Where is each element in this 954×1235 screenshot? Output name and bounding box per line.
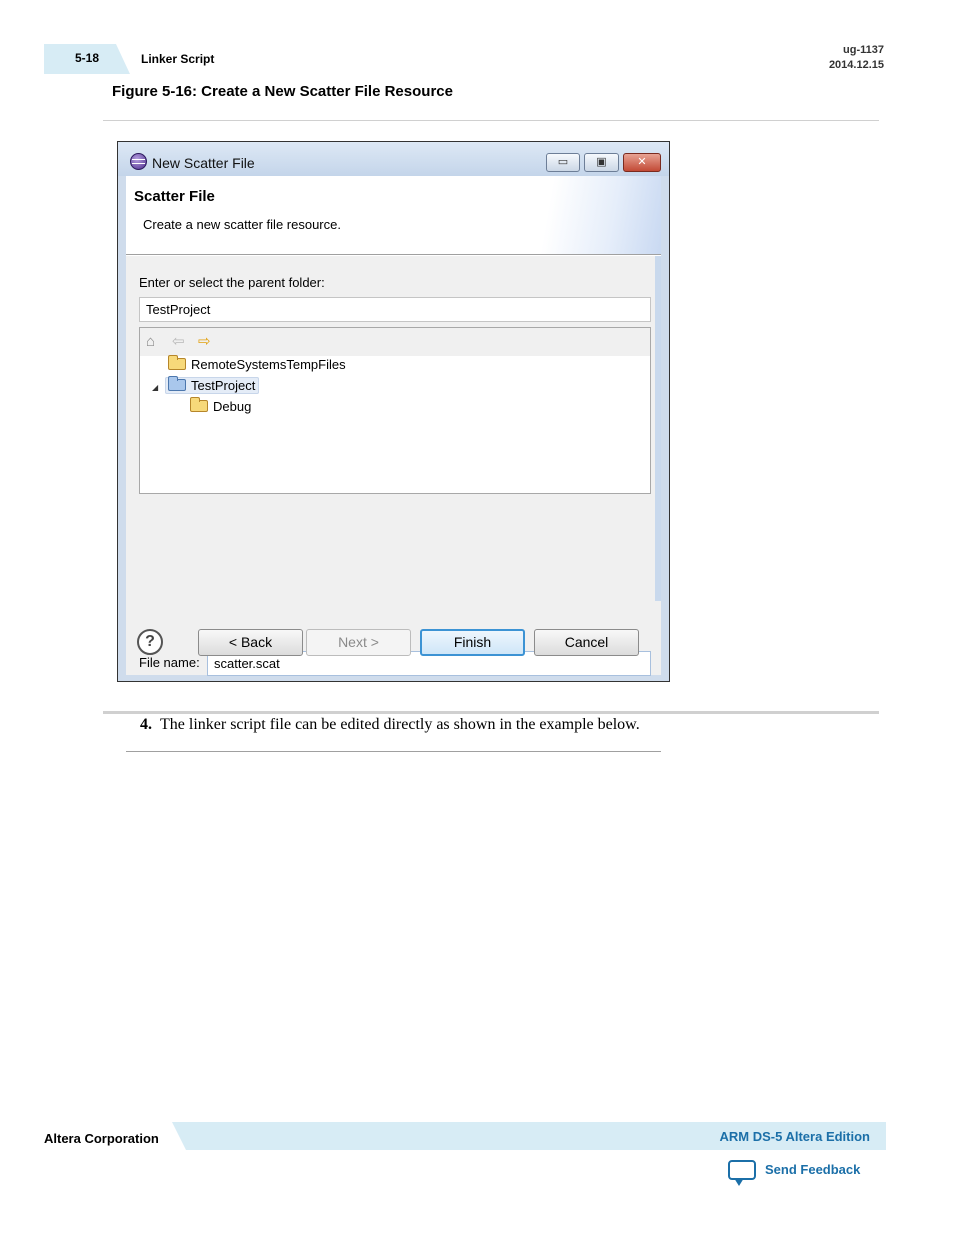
parent-folder-input[interactable]: TestProject bbox=[139, 297, 651, 322]
help-icon[interactable]: ? bbox=[137, 629, 163, 655]
tree-item-remotesystemstempfiles[interactable]: RemoteSystemsTempFiles bbox=[168, 355, 346, 375]
feedback-icon[interactable] bbox=[728, 1160, 756, 1186]
dialog-client-area: Scatter File Create a new scatter file r… bbox=[126, 176, 661, 753]
folder-tree[interactable]: ⌂ ⇦ ⇨ RemoteSystemsTempFiles ◢ TestProje… bbox=[139, 327, 651, 494]
maximize-button[interactable]: ▣ bbox=[584, 153, 619, 172]
file-name-label: File name: bbox=[139, 655, 200, 670]
new-scatter-file-dialog: New Scatter File ▭ ▣ ✕ Scatter File Crea… bbox=[117, 141, 670, 753]
expand-arrow-icon[interactable]: ◢ bbox=[152, 383, 158, 392]
step-number: 4. bbox=[140, 716, 152, 733]
banner-title: Scatter File bbox=[134, 188, 215, 205]
tree-item-label: Debug bbox=[213, 399, 252, 414]
parent-folder-label: Enter or select the parent folder: bbox=[139, 275, 325, 290]
figure-bottom-rule bbox=[103, 711, 879, 714]
window-title: New Scatter File bbox=[152, 155, 255, 171]
tree-item-testproject[interactable]: TestProject bbox=[165, 376, 260, 396]
selected-item-highlight: TestProject bbox=[165, 376, 260, 394]
section-title: Linker Script bbox=[141, 52, 215, 66]
tree-toolbar: ⌂ ⇦ ⇨ bbox=[140, 328, 650, 356]
project-folder-icon bbox=[168, 376, 186, 391]
finish-button[interactable]: Finish bbox=[420, 629, 525, 656]
tree-item-label: TestProject bbox=[191, 378, 256, 393]
section-number: 5-18 bbox=[75, 51, 100, 65]
home-icon[interactable]: ⌂ bbox=[146, 334, 155, 350]
back-arrow-icon[interactable]: ⇦ bbox=[172, 334, 185, 350]
banner-divider bbox=[126, 254, 661, 256]
banner-subtitle: Create a new scatter file resource. bbox=[143, 217, 341, 232]
doc-date: 2014.12.15 bbox=[828, 59, 884, 71]
eclipse-app-icon bbox=[130, 153, 147, 170]
button-bar-divider bbox=[126, 751, 661, 753]
doc-id: ug-1137 bbox=[843, 44, 884, 56]
figure-caption: Figure 5-16: Create a New Scatter File R… bbox=[112, 83, 453, 100]
figure-top-rule bbox=[103, 120, 879, 121]
step-paragraph: 4. The linker script file can be edited d… bbox=[140, 716, 640, 734]
folder-icon bbox=[190, 397, 208, 412]
minimize-button[interactable]: ▭ bbox=[546, 153, 580, 172]
footer-company: Altera Corporation bbox=[44, 1131, 159, 1146]
window-titlebar[interactable]: New Scatter File ▭ ▣ ✕ bbox=[118, 142, 669, 176]
step-text: The linker script file can be edited dir… bbox=[160, 716, 640, 733]
doc-info: ug-1137 2014.12.15 bbox=[829, 43, 884, 73]
tree-item-label: RemoteSystemsTempFiles bbox=[191, 357, 346, 372]
right-edge-strip bbox=[655, 256, 661, 601]
wizard-banner: Scatter File Create a new scatter file r… bbox=[126, 176, 661, 254]
footer-product-link[interactable]: ARM DS-5 Altera Edition bbox=[720, 1129, 870, 1144]
forward-arrow-icon[interactable]: ⇨ bbox=[198, 334, 211, 350]
back-button[interactable]: < Back bbox=[198, 629, 303, 656]
next-button[interactable]: Next > bbox=[306, 629, 411, 656]
send-feedback-link[interactable]: Send Feedback bbox=[765, 1162, 860, 1177]
tree-item-debug[interactable]: Debug bbox=[190, 397, 251, 417]
folder-icon bbox=[168, 355, 186, 370]
cancel-button[interactable]: Cancel bbox=[534, 629, 639, 656]
close-button[interactable]: ✕ bbox=[623, 153, 661, 172]
